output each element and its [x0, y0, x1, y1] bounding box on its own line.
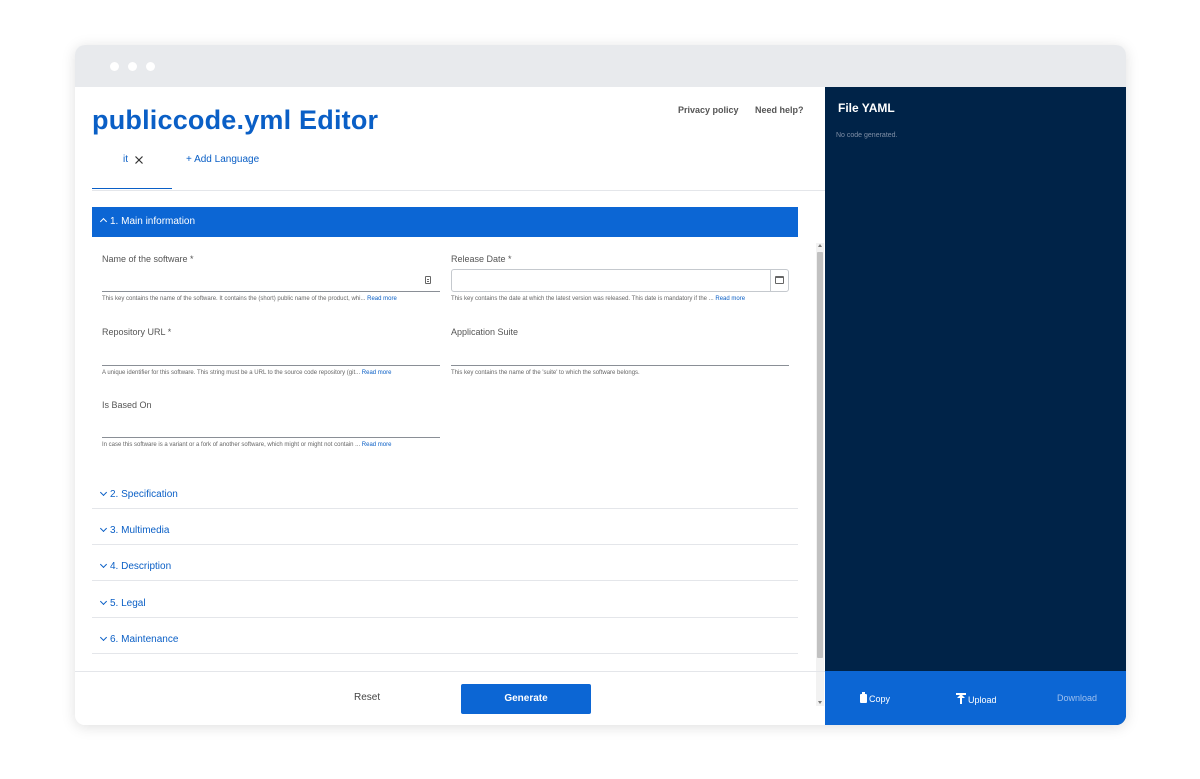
- read-more-link[interactable]: Read more: [362, 370, 392, 376]
- yaml-panel-title: File YAML: [838, 101, 895, 115]
- section-legal[interactable]: 5. Legal: [92, 582, 798, 618]
- language-code: it: [123, 154, 128, 165]
- section-label: 6. Maintenance: [110, 634, 179, 645]
- read-more-link[interactable]: Read more: [715, 296, 745, 302]
- window-titlebar: [75, 45, 1126, 87]
- copy-button[interactable]: Copy: [860, 692, 891, 704]
- section-multimedia[interactable]: 3. Multimedia: [92, 509, 798, 545]
- tab-divider: [92, 190, 825, 191]
- section-label: 2. Specification: [110, 489, 178, 500]
- help-text: A unique identifier for this software. T…: [102, 370, 361, 376]
- calendar-button[interactable]: [770, 270, 788, 291]
- chevron-down-icon: [99, 633, 108, 642]
- section-label: 5. Legal: [110, 598, 146, 609]
- upload-label: Upload: [968, 695, 997, 705]
- copy-label: Copy: [869, 694, 891, 704]
- page-title: publiccode.yml Editor: [92, 105, 379, 135]
- window-dot-icon: [128, 62, 137, 71]
- section-label: 1. Main information: [110, 216, 196, 227]
- name-label: Name of the software *: [102, 254, 194, 264]
- download-button[interactable]: Download: [1057, 693, 1097, 703]
- section-label: 4. Description: [110, 561, 172, 572]
- chevron-up-icon: [99, 217, 108, 226]
- browser-window: publiccode.yml Editor Privacy policy Nee…: [75, 45, 1126, 725]
- is-based-on-input[interactable]: [102, 437, 440, 438]
- yaml-empty-message: No code generated.: [836, 132, 898, 139]
- repo-url-input[interactable]: [102, 365, 440, 366]
- editor-footer: Reset Generate: [75, 671, 825, 725]
- chevron-down-icon: [99, 488, 108, 497]
- yaml-panel-footer: Copy Upload Download: [825, 671, 1126, 725]
- chevron-down-icon: [99, 597, 108, 606]
- is-based-on-help: In case this software is a variant or a …: [102, 442, 391, 448]
- window-dot-icon: [110, 62, 119, 71]
- release-date-label: Release Date *: [451, 254, 512, 264]
- section-main-information[interactable]: 1. Main information: [92, 207, 798, 237]
- generate-button[interactable]: Generate: [461, 684, 591, 714]
- add-language-button[interactable]: + Add Language: [186, 154, 259, 165]
- upload-icon: [956, 693, 966, 704]
- repo-url-label: Repository URL *: [102, 327, 172, 337]
- help-text: This key contains the date at which the …: [451, 296, 714, 302]
- repo-url-help: A unique identifier for this software. T…: [102, 370, 391, 376]
- close-icon[interactable]: [133, 154, 145, 166]
- app-suite-help: This key contains the name of the 'suite…: [451, 370, 640, 376]
- yaml-panel: File YAML No code generated. Copy Upload…: [825, 87, 1126, 725]
- privacy-policy-link[interactable]: Privacy policy: [678, 105, 739, 115]
- read-more-link[interactable]: Read more: [362, 442, 392, 448]
- form-scrollbar[interactable]: [816, 243, 824, 706]
- form-area: 1. Main information Name of the software…: [92, 207, 798, 671]
- calendar-icon: [775, 276, 784, 284]
- read-more-link[interactable]: Read more: [367, 296, 397, 302]
- chevron-down-icon: [99, 560, 108, 569]
- tab-language-it[interactable]: it: [92, 143, 172, 189]
- section-description[interactable]: 4. Description: [92, 545, 798, 581]
- clipboard-icon: [425, 276, 431, 284]
- help-text: In case this software is a variant or a …: [102, 442, 361, 448]
- help-text: This key contains the name of the 'suite…: [451, 370, 640, 376]
- name-help: This key contains the name of the softwa…: [102, 296, 397, 302]
- chevron-down-icon: [99, 524, 108, 533]
- name-input[interactable]: [102, 291, 440, 292]
- editor-panel: publiccode.yml Editor Privacy policy Nee…: [75, 87, 825, 725]
- release-date-help: This key contains the date at which the …: [451, 296, 745, 302]
- release-date-input[interactable]: [451, 269, 789, 292]
- section-specification[interactable]: 2. Specification: [92, 473, 798, 509]
- is-based-on-label: Is Based On: [102, 400, 152, 410]
- help-text: This key contains the name of the softwa…: [102, 296, 366, 302]
- scroll-up-icon[interactable]: [818, 244, 822, 247]
- reset-button[interactable]: Reset: [354, 692, 380, 703]
- app-suite-label: Application Suite: [451, 327, 519, 337]
- app-suite-input[interactable]: [451, 365, 789, 366]
- section-maintenance[interactable]: 6. Maintenance: [92, 618, 798, 654]
- section-label: 3. Multimedia: [110, 525, 170, 536]
- scrollbar-thumb[interactable]: [817, 252, 823, 658]
- upload-button[interactable]: Upload: [956, 693, 997, 705]
- need-help-link[interactable]: Need help?: [755, 105, 804, 115]
- window-dot-icon: [146, 62, 155, 71]
- clipboard-icon: [860, 692, 867, 703]
